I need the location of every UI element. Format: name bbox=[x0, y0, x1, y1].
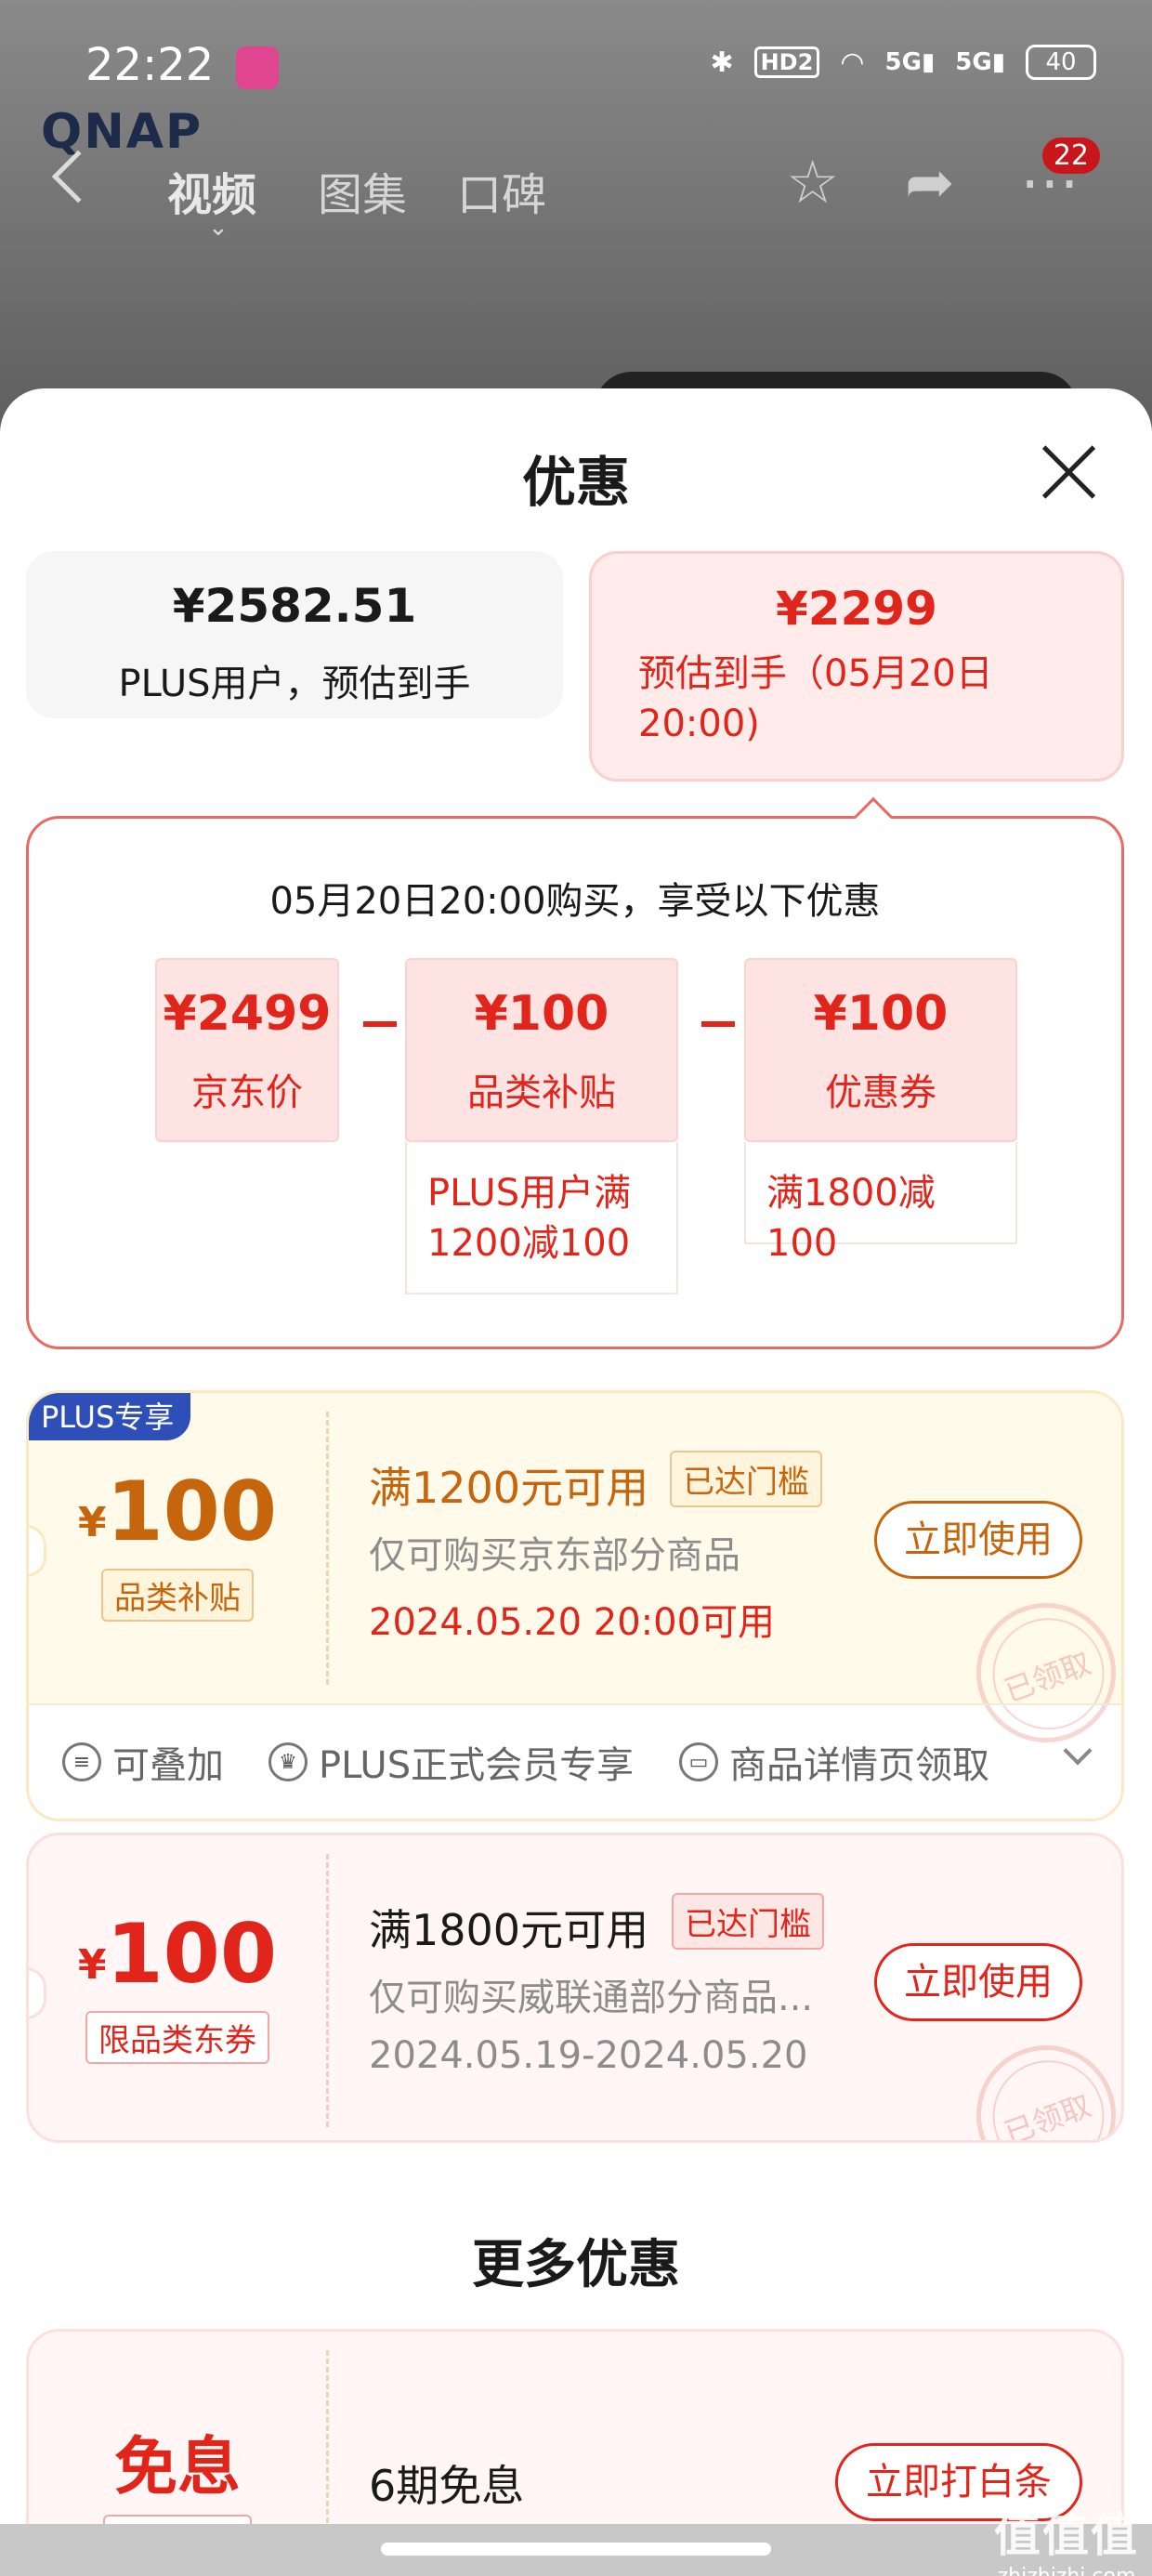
breakdown-item-coupon: ¥100 优惠券 bbox=[744, 958, 1017, 1142]
share-icon[interactable]: ➦ bbox=[905, 149, 955, 217]
coupon-card-category: ¥100 限品类东券 满1800元可用 已达门槛 仅可购买威联通部分商品... … bbox=[26, 1833, 1124, 2143]
ticket-icon: ▭ bbox=[679, 1742, 718, 1781]
home-indicator[interactable] bbox=[381, 2543, 771, 2556]
coupon-amount: ¥100 bbox=[77, 1906, 278, 2002]
watermark-logo: 值值值 bbox=[994, 2508, 1139, 2562]
tab-reviews[interactable]: 口碑 bbox=[457, 158, 546, 223]
coupon-divider bbox=[326, 1854, 329, 2127]
breakdown-item-jd-price: ¥2499 京东价 bbox=[155, 958, 339, 1142]
breakdown-note-coupon: 满1800减100 bbox=[744, 1142, 1017, 1265]
breakdown-value: ¥2499 bbox=[163, 986, 332, 1042]
wifi-icon: ◠ bbox=[840, 46, 865, 79]
coupon-scope: 仅可购买威联通部分商品... bbox=[369, 1977, 814, 2019]
coupon-threshold: 满1200元可用 bbox=[369, 1463, 649, 1513]
breakdown-label: 优惠券 bbox=[825, 1071, 936, 1114]
event-price: ¥2299 bbox=[776, 582, 937, 636]
coupon-card-plus: PLUS专享 ¥100 品类补贴 满1200元可用 已达门槛 仅可购买京东部分商… bbox=[26, 1390, 1124, 1821]
installment-title: 6期免息 bbox=[369, 2461, 525, 2511]
battery-icon: 40 bbox=[1026, 45, 1096, 80]
coupon-scope: 仅可购买京东部分商品 bbox=[369, 1534, 740, 1577]
coupon-threshold: 满1800元可用 bbox=[369, 1905, 649, 1955]
star-icon[interactable]: ☆ bbox=[786, 149, 839, 217]
status-icons: ✱ HD2 ◠ 5G▮ 5G▮ 40 bbox=[710, 45, 1096, 80]
status-time: 22:22 bbox=[85, 39, 215, 91]
back-icon[interactable] bbox=[51, 150, 105, 204]
coupon-validity: 2024.05.20 20:00可用 bbox=[369, 1601, 776, 1644]
top-nav: 视频 ⌄ 图集 口碑 ☆ ➦ ⋯ 22 bbox=[0, 138, 1152, 242]
minus-icon bbox=[701, 1021, 735, 1027]
coupon-type: 限品类东券 bbox=[85, 2011, 269, 2064]
installment-offer-card: 免息 6期免息 立即打白条 bbox=[26, 2329, 1124, 2535]
chevron-down-icon[interactable] bbox=[1063, 1736, 1093, 1766]
interest-free-label: 免息 bbox=[113, 2431, 241, 2504]
coupon-validity: 2024.05.19-2024.05.20 bbox=[369, 2034, 808, 2077]
breakdown-value: ¥100 bbox=[474, 986, 609, 1042]
coupon-type: 品类补贴 bbox=[101, 1569, 254, 1622]
sheet-title: 优惠 bbox=[521, 451, 630, 514]
offer-label-area: 免息 bbox=[29, 2332, 326, 2535]
gesture-bar bbox=[0, 2524, 1152, 2576]
plus-price: ¥2582.51 bbox=[172, 579, 417, 633]
close-icon[interactable] bbox=[1035, 437, 1102, 504]
more-offers-heading: 更多优惠 bbox=[472, 2235, 680, 2295]
breakdown-pointer bbox=[853, 796, 894, 837]
threshold-reached-badge: 已达门槛 bbox=[672, 1893, 824, 1950]
claimed-stamp-icon: 已领取 bbox=[956, 2025, 1121, 2140]
breakdown-note-category-subsidy: PLUS用户满1200减100 bbox=[405, 1142, 678, 1295]
coupon-main: PLUS专享 ¥100 品类补贴 满1200元可用 已达门槛 仅可购买京东部分商… bbox=[29, 1393, 1121, 1763]
chevron-down-icon: ⌄ bbox=[208, 214, 229, 242]
threshold-reached-badge: 已达门槛 bbox=[670, 1451, 822, 1507]
meta-source: ▭ 商品详情页领取 bbox=[679, 1735, 989, 1789]
notification-badge: 22 bbox=[1041, 138, 1100, 174]
watermark-url: zhizhizhi.com bbox=[994, 2565, 1139, 2576]
site-watermark: 值值值 zhizhizhi.com bbox=[994, 2498, 1139, 2576]
plus-price-card[interactable]: ¥2582.51 PLUS用户，预估到手 bbox=[26, 551, 563, 718]
breakdown-value: ¥100 bbox=[813, 986, 949, 1042]
crown-icon: ♛ bbox=[268, 1742, 308, 1781]
coupon-amount-area: ¥100 限品类东券 bbox=[29, 1835, 326, 2140]
event-price-label: 预估到手（05月20日20:00) bbox=[638, 652, 993, 745]
coupon-amount: ¥100 bbox=[77, 1464, 278, 1559]
bluetooth-icon: ✱ bbox=[710, 46, 734, 79]
use-now-button[interactable]: 立即使用 bbox=[874, 1501, 1082, 1579]
use-now-button[interactable]: 立即使用 bbox=[874, 1943, 1082, 2021]
coupon-main: ¥100 限品类东券 满1800元可用 已达门槛 仅可购买威联通部分商品... … bbox=[29, 1835, 1121, 2140]
coupon-meta-row[interactable]: ≡ 可叠加 ♛ PLUS正式会员专享 ▭ 商品详情页领取 bbox=[29, 1703, 1121, 1819]
meta-stackable: ≡ 可叠加 bbox=[62, 1735, 224, 1789]
minus-icon bbox=[363, 1021, 397, 1027]
event-price-card[interactable]: ¥2299 预估到手（05月20日20:00) bbox=[589, 551, 1124, 782]
coupon-divider bbox=[326, 1412, 329, 1685]
breakdown-label: 品类补贴 bbox=[467, 1071, 616, 1114]
breakdown-heading: 05月20日20:00购买，享受以下优惠 bbox=[269, 880, 881, 923]
price-breakdown: 05月20日20:00购买，享受以下优惠 ¥2499 京东价 ¥100 品类补贴… bbox=[26, 796, 1124, 1349]
offers-sheet: 优惠 ¥2582.51 PLUS用户，预估到手 ¥2299 预估到手（05月20… bbox=[0, 388, 1152, 2535]
more-icon[interactable]: ⋯ 22 bbox=[1020, 138, 1122, 217]
signal-icon-1: 5G▮ bbox=[884, 48, 936, 76]
plus-exclusive-badge: PLUS专享 bbox=[29, 1393, 191, 1440]
stack-icon: ≡ bbox=[62, 1742, 101, 1781]
tab-gallery[interactable]: 图集 bbox=[318, 158, 407, 223]
breakdown-label: 京东价 bbox=[191, 1071, 303, 1114]
hd-voice-icon: HD2 bbox=[753, 46, 820, 78]
notification-app-icon bbox=[236, 46, 279, 89]
meta-plus-member: ♛ PLUS正式会员专享 bbox=[268, 1735, 634, 1789]
signal-icon-2: 5G▮ bbox=[955, 48, 1005, 76]
breakdown-item-category-subsidy: ¥100 品类补贴 bbox=[405, 958, 678, 1142]
plus-price-label: PLUS用户，预估到手 bbox=[118, 663, 471, 705]
coupon-divider bbox=[326, 2350, 329, 2535]
background-product-page: 22:22 ✱ HD2 ◠ 5G▮ 5G▮ 40 QNAP 视频 ⌄ 图集 口碑… bbox=[0, 0, 1152, 446]
